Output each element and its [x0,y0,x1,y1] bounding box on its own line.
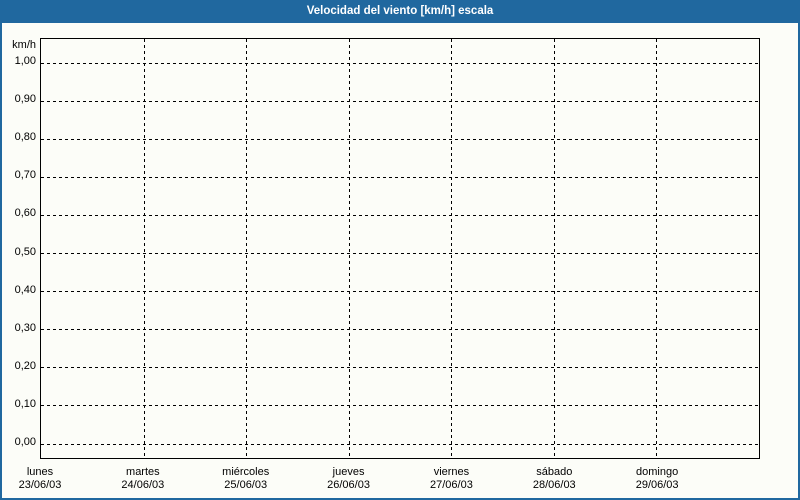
x-tick-date: 23/06/03 [18,479,62,491]
chart-title-bar: Velocidad del viento [km/h] escala [0,0,800,23]
x-tick-day: domingo [636,466,679,478]
x-tick-label: martes 24/06/03 [98,466,188,492]
x-tick-label: jueves 26/06/03 [304,466,394,492]
x-tick-day: miércoles [222,466,270,478]
x-tick-date: 25/06/03 [224,479,268,491]
y-tick-label: 0,10 [14,397,36,410]
plot-area [40,38,760,459]
y-tick-label: 0,60 [14,207,36,220]
x-tick-day: sábado [536,466,573,478]
x-tick-label: miércoles 25/06/03 [201,466,291,492]
x-tick-label: viernes 27/06/03 [406,466,496,492]
y-tick-label: 0,80 [14,131,36,144]
x-tick-date: 24/06/03 [121,479,165,491]
y-tick-label: 0,20 [14,359,36,372]
chart-window-frame: Velocidad del viento [km/h] escala km/h … [0,0,800,500]
y-tick-label: 0,90 [14,93,36,106]
y-tick-label: 0,00 [14,436,36,448]
x-tick-label: lunes 23/06/03 [0,466,85,492]
y-axis-unit-label: km/h [12,39,36,51]
x-tick-label: sábado 28/06/03 [509,466,599,492]
x-tick-day: viernes [433,466,470,478]
x-tick-date: 27/06/03 [430,479,473,491]
x-tick-date: 26/06/03 [327,479,370,491]
chart-title: Velocidad del viento [km/h] escala [306,5,494,17]
x-tick-date: 28/06/03 [532,479,576,491]
x-tick-day: lunes [26,466,54,478]
y-tick-label: 0,30 [14,321,36,334]
x-tick-day: jueves [332,466,365,478]
x-tick-label: domingo 29/06/03 [612,466,702,492]
y-tick-label: 0,40 [14,283,36,296]
gridlines-svg [41,39,759,458]
x-tick-day: martes [126,466,160,478]
y-tick-label: 0,50 [14,245,36,258]
y-tick-label: 0,70 [14,169,36,182]
y-tick-label: 1,00 [14,55,36,67]
x-tick-date: 29/06/03 [635,479,679,491]
